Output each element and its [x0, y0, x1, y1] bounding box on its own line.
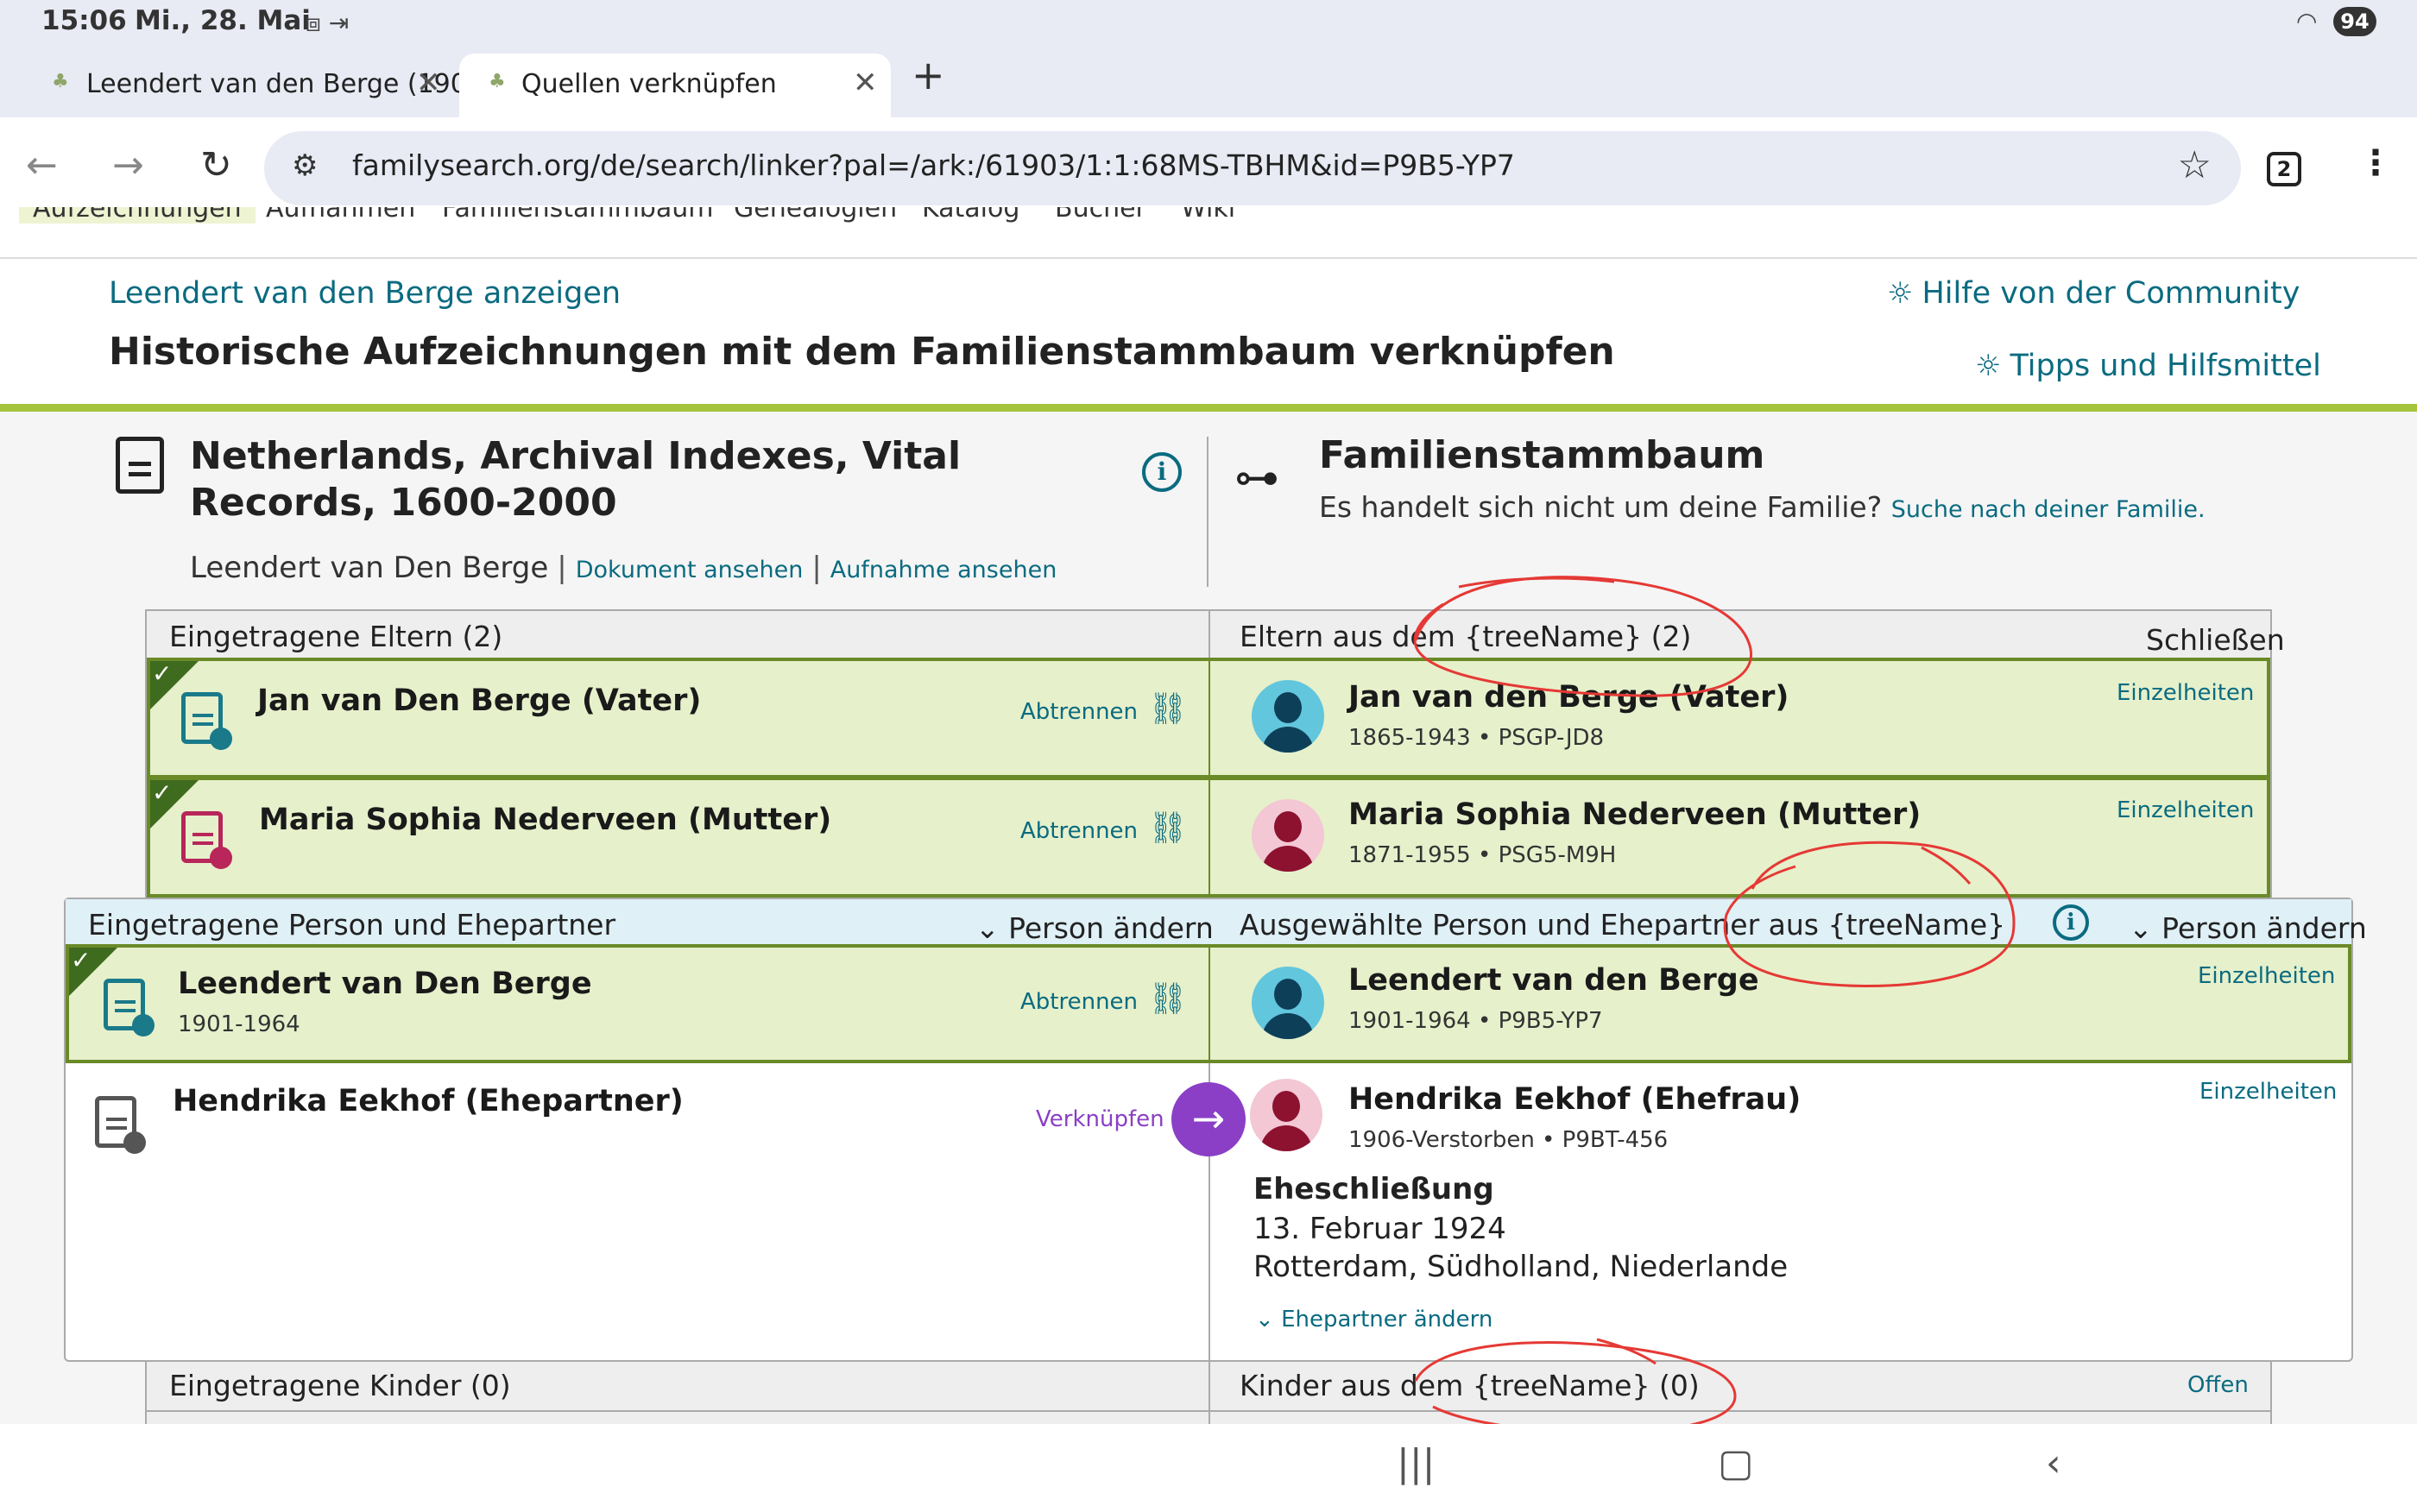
home-icon[interactable]: ▢ — [1718, 1441, 1754, 1485]
recent-apps-icon[interactable]: ||| — [1397, 1441, 1435, 1485]
red-annotation-circles — [1413, 576, 2016, 1434]
back-icon[interactable]: ‹ — [2046, 1441, 2061, 1485]
android-navigation-bar: ||| ▢ ‹ — [0, 1424, 2417, 1512]
